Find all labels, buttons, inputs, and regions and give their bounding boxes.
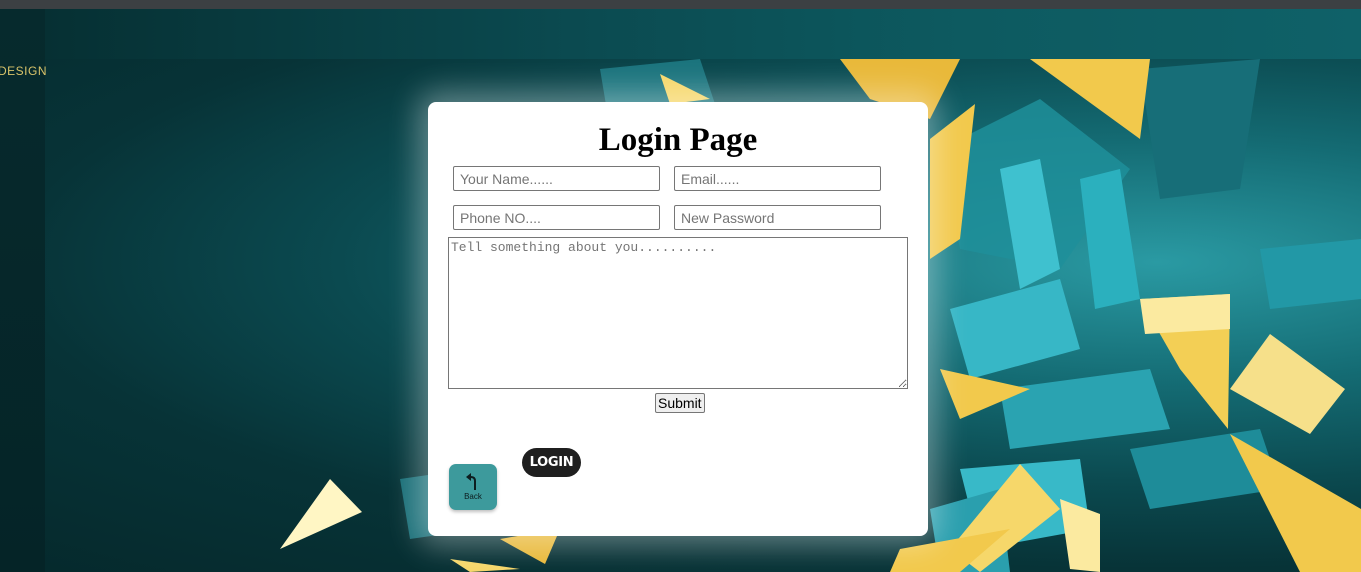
left-sidebar [0,9,45,572]
password-input[interactable] [674,205,881,230]
about-textarea[interactable] [448,237,908,389]
header-band [45,9,1361,59]
login-button[interactable]: LOGIN [522,448,581,477]
back-button-label: Back [464,492,482,501]
page-title: Login Page [598,122,758,158]
back-button[interactable]: Back [449,464,497,510]
brand-label[interactable]: DESIGN [0,64,47,78]
name-input[interactable] [453,166,660,191]
email-input[interactable] [674,166,881,191]
back-arrow-icon [466,473,476,490]
phone-input[interactable] [453,205,660,230]
submit-button[interactable]: Submit [655,393,705,413]
login-card: Login Page Submit Back LOGIN [428,102,928,536]
